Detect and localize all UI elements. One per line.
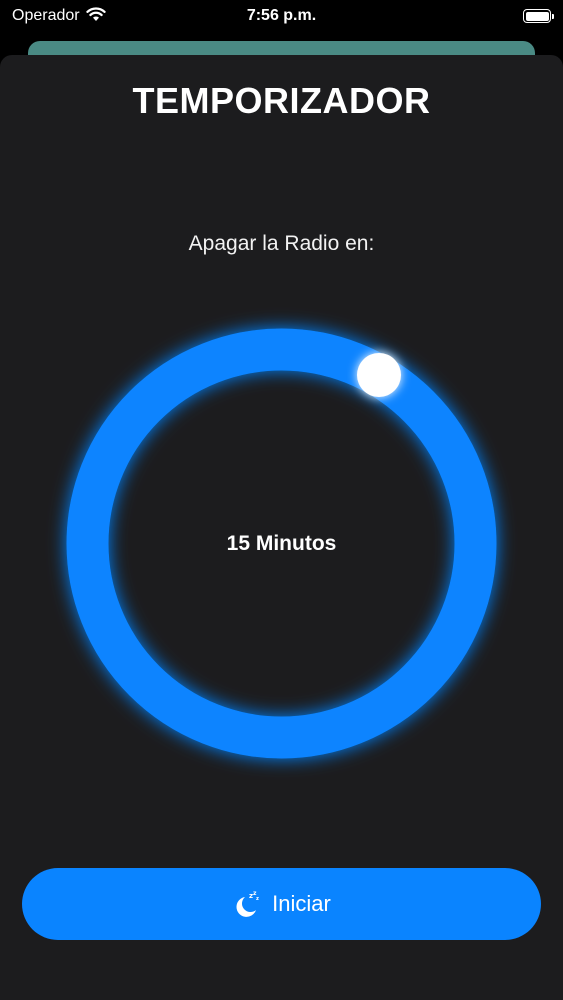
start-button-label: Iniciar <box>272 891 331 916</box>
battery-icon <box>523 9 554 23</box>
timer-knob[interactable] <box>357 353 401 397</box>
status-bar: Operador 7:56 p.m. <box>0 0 563 32</box>
status-right <box>523 9 554 23</box>
moon-sleep-icon: z z z <box>232 889 262 919</box>
battery-level <box>525 11 549 21</box>
timer-prompt: Apagar la Radio en: <box>188 232 375 255</box>
page-title: TEMPORIZADOR <box>132 80 431 121</box>
start-button[interactable]: z z z Iniciar <box>22 868 541 940</box>
timer-value: 15 Minutos <box>226 532 337 555</box>
svg-text:z: z <box>256 896 259 902</box>
status-time: 7:56 p.m. <box>246 7 317 24</box>
